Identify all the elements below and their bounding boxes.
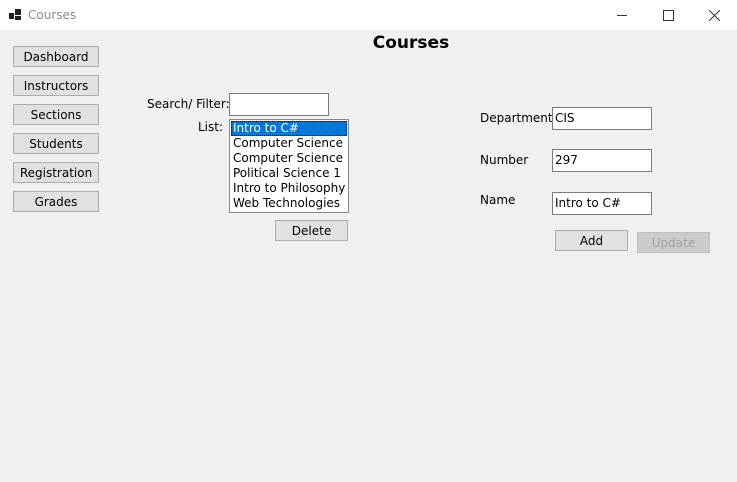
list-label: List: xyxy=(198,120,224,134)
delete-button[interactable]: Delete xyxy=(275,220,348,241)
minimize-button[interactable] xyxy=(599,0,645,30)
instructors-button[interactable]: Instructors xyxy=(13,75,99,96)
add-button[interactable]: Add xyxy=(555,230,628,251)
number-field[interactable]: 297 xyxy=(552,149,652,172)
list-item[interactable]: Computer Science 2 xyxy=(231,151,347,166)
students-button[interactable]: Students xyxy=(13,133,99,154)
list-item[interactable]: Intro to Philosophy xyxy=(231,181,347,196)
app-icon xyxy=(9,9,21,21)
registration-button[interactable]: Registration xyxy=(13,162,99,183)
list-item[interactable]: Web Technologies xyxy=(231,196,347,211)
list-item-selected[interactable]: Intro to C# xyxy=(231,121,347,136)
update-button: Update xyxy=(637,232,710,253)
grades-button[interactable]: Grades xyxy=(13,191,99,212)
maximize-button[interactable] xyxy=(645,0,691,30)
sections-button[interactable]: Sections xyxy=(13,104,99,125)
maximize-icon xyxy=(662,9,674,21)
course-listbox[interactable]: Intro to C# Computer Science 1 Computer … xyxy=(229,119,349,213)
department-label: Department xyxy=(480,111,553,125)
title-bar: Courses xyxy=(0,0,737,30)
close-button[interactable] xyxy=(691,0,737,30)
department-field[interactable]: CIS xyxy=(552,107,652,130)
name-field[interactable]: Intro to C# xyxy=(552,192,652,215)
list-item[interactable]: Political Science 1 xyxy=(231,166,347,181)
page-title: Courses xyxy=(372,33,450,53)
name-label: Name xyxy=(480,193,516,207)
search-filter-input[interactable] xyxy=(229,93,329,116)
window-title: Courses xyxy=(28,8,77,22)
list-item[interactable]: Computer Science 1 xyxy=(231,136,347,151)
number-label: Number xyxy=(480,153,529,167)
close-icon xyxy=(708,9,720,21)
search-filter-label: Search/ Filter: xyxy=(147,97,230,111)
minimize-icon xyxy=(617,10,627,20)
